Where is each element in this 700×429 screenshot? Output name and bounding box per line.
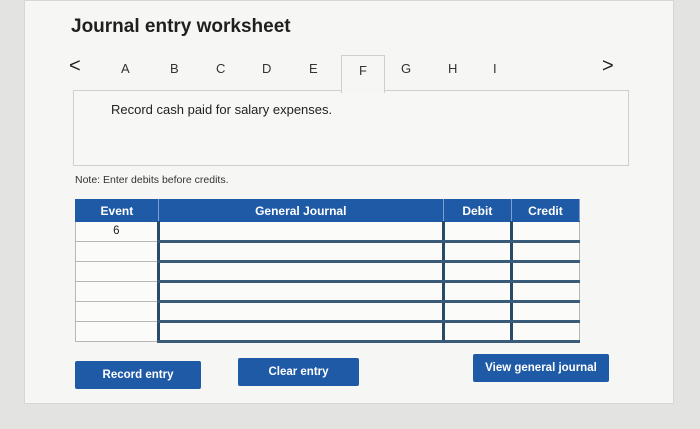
- account-input[interactable]: [156, 301, 444, 323]
- header-general-journal: General Journal: [157, 199, 444, 222]
- tab-c[interactable]: C: [216, 61, 225, 76]
- debit-input[interactable]: [441, 241, 512, 263]
- tab-i[interactable]: I: [493, 61, 497, 76]
- header-debit: Debit: [442, 199, 512, 222]
- event-cell: [75, 301, 159, 322]
- tab-f[interactable]: F: [341, 55, 385, 93]
- account-input[interactable]: [156, 221, 444, 243]
- event-cell: [75, 241, 159, 262]
- tab-a[interactable]: A: [121, 61, 130, 76]
- debit-input[interactable]: [441, 261, 512, 283]
- page-title: Journal entry worksheet: [71, 16, 291, 37]
- tab-h[interactable]: H: [448, 61, 457, 76]
- table-row: [75, 301, 581, 323]
- tab-bar: < A B C D E F G H I >: [69, 55, 629, 93]
- tab-e[interactable]: E: [309, 61, 318, 76]
- credit-input[interactable]: [509, 281, 581, 303]
- credit-input[interactable]: [509, 301, 581, 323]
- event-cell: [75, 321, 159, 342]
- debit-input[interactable]: [441, 301, 512, 323]
- table-row: [75, 261, 581, 283]
- event-cell: 6: [75, 221, 159, 242]
- account-input[interactable]: [156, 321, 444, 343]
- credit-input[interactable]: [509, 221, 581, 243]
- event-cell: [75, 261, 159, 282]
- tab-d[interactable]: D: [262, 61, 271, 76]
- record-entry-button[interactable]: Record entry: [75, 361, 201, 389]
- account-input[interactable]: [156, 241, 444, 263]
- table-header-row: Event General Journal Debit Credit: [75, 199, 581, 222]
- table-row: [75, 321, 581, 343]
- note-text: Note: Enter debits before credits.: [75, 174, 229, 186]
- clear-entry-button[interactable]: Clear entry: [238, 358, 359, 386]
- worksheet-panel: Journal entry worksheet < A B C D E F G …: [24, 0, 674, 404]
- journal-table: Event General Journal Debit Credit 6: [75, 199, 581, 343]
- credit-input[interactable]: [509, 241, 581, 263]
- table-row: [75, 281, 581, 303]
- tab-b[interactable]: B: [170, 61, 179, 76]
- next-arrow-icon[interactable]: >: [602, 55, 614, 77]
- header-event: Event: [75, 199, 159, 222]
- table-row: 6: [75, 221, 581, 243]
- instruction-text: Record cash paid for salary expenses.: [111, 102, 333, 117]
- prev-arrow-icon[interactable]: <: [69, 55, 81, 77]
- debit-input[interactable]: [441, 221, 512, 243]
- credit-input[interactable]: [509, 321, 581, 343]
- event-cell: [75, 281, 159, 302]
- account-input[interactable]: [156, 261, 444, 283]
- header-credit: Credit: [510, 199, 581, 222]
- account-input[interactable]: [156, 281, 444, 303]
- debit-input[interactable]: [441, 321, 512, 343]
- debit-input[interactable]: [441, 281, 512, 303]
- table-row: [75, 241, 581, 263]
- credit-input[interactable]: [509, 261, 581, 283]
- instruction-box: Record cash paid for salary expenses.: [73, 90, 629, 166]
- tab-g[interactable]: G: [401, 61, 411, 76]
- view-general-journal-button[interactable]: View general journal: [473, 354, 609, 382]
